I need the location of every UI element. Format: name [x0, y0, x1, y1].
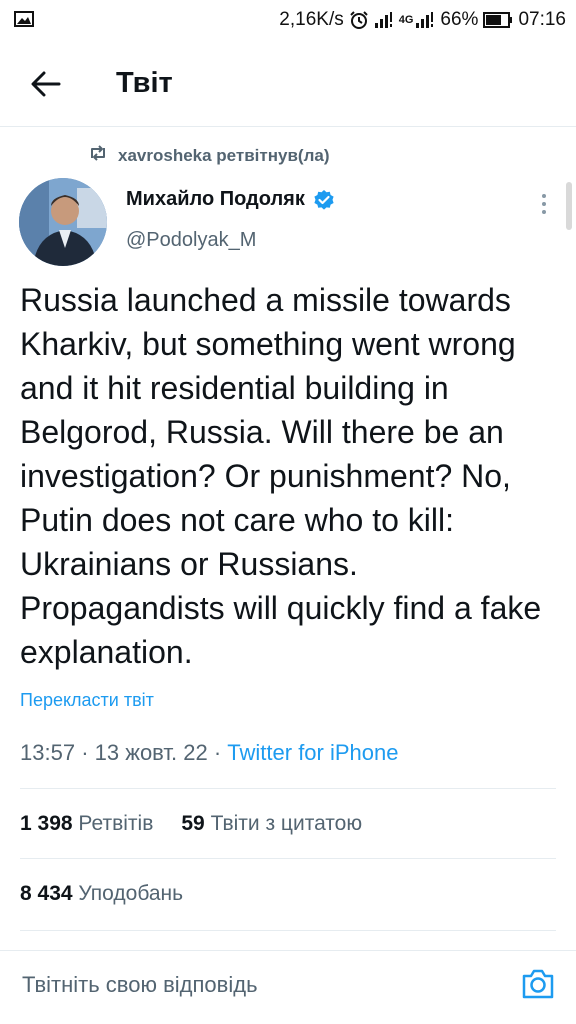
tweet-source-link[interactable]: Twitter for iPhone	[227, 740, 398, 765]
gallery-notification-icon	[14, 11, 34, 27]
tweet-date: 13 жовт. 22	[94, 740, 208, 765]
likes-stats: 8 434 Уподобань	[20, 882, 183, 906]
network-speed: 2,16K/s	[279, 9, 344, 30]
likes-count: 8 434	[20, 882, 73, 905]
tweet-meta: 13:57 · 13 жовт. 22 · Twitter for iPhone	[20, 740, 398, 766]
network-type-label: 4G	[398, 14, 414, 26]
retweets-label: Ретвітів	[78, 812, 154, 835]
signal-icon	[374, 11, 394, 29]
battery-icon	[483, 12, 513, 28]
quotes-stat[interactable]: 59 Твіти з цитатою	[181, 812, 362, 836]
retweet-icon	[88, 145, 108, 166]
retweet-context[interactable]: xavrosheka ретвітнув(ла)	[88, 145, 329, 166]
meta-separator: ·	[213, 740, 222, 765]
tweet-time: 13:57	[20, 740, 76, 765]
retweets-stat[interactable]: 1 398 Ретвітів	[20, 812, 153, 836]
divider	[20, 788, 556, 789]
quotes-label: Твіти з цитатою	[210, 812, 363, 835]
reply-input[interactable]: Твітніть свою відповідь	[22, 972, 258, 998]
back-button[interactable]	[28, 66, 64, 102]
more-dots-icon	[542, 194, 546, 198]
likes-stat[interactable]: 8 434 Уподобань	[20, 882, 183, 906]
page-title: Твіт	[116, 67, 173, 99]
reply-bar: Твітніть свою відповідь	[0, 950, 576, 1024]
more-options-button[interactable]	[532, 190, 556, 218]
author-handle[interactable]: @Podolyak_M	[126, 229, 256, 252]
author-avatar[interactable]	[19, 178, 107, 266]
divider	[20, 930, 556, 931]
status-bar: 2,16K/s 4G 66% 07:16	[0, 0, 576, 40]
scrollbar[interactable]	[566, 182, 572, 230]
translate-tweet-link[interactable]: Перекласти твіт	[20, 690, 154, 711]
arrow-left-icon	[31, 71, 61, 97]
alarm-icon	[349, 10, 369, 30]
author-name-row[interactable]: Михайло Подоляк	[126, 188, 335, 211]
signal-4g-icon	[415, 11, 435, 29]
retweet-quote-stats: 1 398 Ретвітів 59 Твіти з цитатою	[20, 812, 362, 836]
verified-badge-icon	[314, 189, 334, 210]
top-app-bar: Твіт	[0, 42, 576, 127]
likes-label: Уподобань	[78, 882, 184, 905]
retweet-context-label: xavrosheka ретвітнув(ла)	[118, 145, 330, 165]
clock: 07:16	[518, 9, 566, 30]
battery-percent: 66%	[440, 9, 479, 30]
camera-button[interactable]	[520, 966, 556, 1002]
camera-icon	[522, 969, 554, 999]
tweet-text: Russia launched a missile towards Kharki…	[20, 282, 542, 670]
status-bar-right: 2,16K/s 4G 66% 07:16	[279, 8, 566, 32]
meta-separator: ·	[81, 740, 89, 765]
avatar-photo	[19, 178, 107, 266]
author-name: Михайло Подоляк	[126, 188, 305, 210]
retweets-count: 1 398	[20, 812, 73, 835]
divider	[20, 858, 556, 859]
quotes-count: 59	[181, 812, 205, 835]
